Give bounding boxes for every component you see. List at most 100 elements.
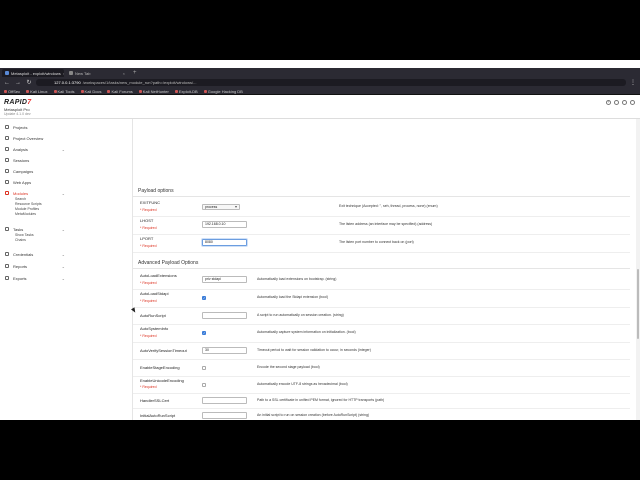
tab-metasploit[interactable]: Metasploit - exploit/windows ×: [2, 69, 64, 77]
option-name: LHOST: [140, 218, 154, 223]
option-name: AutoVerifySessionTimeout: [140, 347, 187, 353]
option-name: AutoSystemInfo: [140, 326, 169, 331]
option-input[interactable]: [202, 396, 247, 404]
option-checkbox[interactable]: [202, 296, 206, 300]
option-name: EXITFUNC: [140, 200, 160, 205]
sessions-icon: [5, 158, 9, 162]
sidebar-item-analysis[interactable]: Analysis ⌄: [5, 145, 125, 153]
chevron-down-icon[interactable]: ⌄: [62, 252, 65, 257]
option-checkbox[interactable]: [202, 382, 206, 387]
logo-text: RAPID: [4, 99, 28, 106]
option-input[interactable]: [202, 312, 247, 319]
analysis-icon: [5, 147, 9, 151]
close-tab-icon[interactable]: ×: [123, 71, 125, 76]
overview-icon: [5, 136, 9, 140]
option-checkbox[interactable]: [202, 331, 206, 335]
sidebar-item-label: Analysis: [13, 146, 28, 152]
chevron-down-icon[interactable]: ⌄: [62, 191, 65, 196]
sidebar-item-tasks[interactable]: Tasks ⌄: [5, 225, 125, 233]
tab-new[interactable]: New Tab ×: [66, 69, 128, 77]
header-actions: ?: [606, 100, 635, 105]
sidebar-item-web-apps[interactable]: Web Apps: [5, 178, 125, 186]
sidebar-subitem[interactable]: MetaModules: [15, 212, 36, 216]
option-row: InitialAutoRunScript An initial script to…: [133, 408, 630, 420]
option-row: EnableStageEncoding Encode the second sta…: [133, 359, 630, 377]
divider: [133, 196, 630, 197]
sidebar-item-label: Reports: [13, 263, 28, 269]
required-label: * Required: [140, 334, 157, 338]
sidebar-item-exports[interactable]: Exports ⌄: [5, 274, 125, 282]
exitfunc-select[interactable]: process: [202, 204, 240, 210]
option-name: EnableStageEncoding: [140, 364, 180, 370]
logo-seven: 7: [27, 99, 32, 106]
sidebar-subitem[interactable]: Show Tasks: [15, 233, 34, 237]
sidebar-item-label: Sessions: [13, 157, 30, 163]
option-input[interactable]: [202, 412, 247, 419]
sidebar-item-modules[interactable]: Modules ⌄: [5, 189, 125, 197]
settings-gear-icon[interactable]: [630, 100, 635, 105]
extensions-icon[interactable]: ⋮: [629, 79, 637, 86]
close-tab-icon[interactable]: ×: [63, 71, 64, 76]
screen: Metasploit - exploit/windows × New Tab ×…: [0, 60, 640, 420]
sidebar-subitem[interactable]: Search: [15, 197, 26, 201]
sidebar-item-label: Modules: [13, 190, 29, 196]
chevron-down-icon[interactable]: ⌄: [62, 147, 65, 152]
option-description: Automatically encode UTF-8 strings as he…: [257, 381, 348, 386]
bookmark-item[interactable]: Kali Docs: [81, 89, 102, 94]
bookmark-item[interactable]: Kali Forums: [107, 89, 132, 94]
option-input[interactable]: priv stdapi: [202, 276, 247, 283]
url-toolbar: ← → ↻ 127.0.0.1:3790 /workspaces/1/tasks…: [0, 77, 640, 88]
sidebar-item-campaigns[interactable]: Campaigns: [5, 167, 125, 175]
bookmark-item[interactable]: Kali NetHunter: [139, 89, 169, 94]
user-icon[interactable]: [622, 100, 627, 105]
option-name: EnableUnicodeEncoding: [140, 378, 184, 383]
option-input[interactable]: 8080: [202, 239, 247, 246]
option-description: Automatically load the Stdapi extension …: [257, 295, 329, 299]
chevron-down-icon[interactable]: ⌄: [62, 227, 65, 232]
option-description: Encode the second stage payload (bool): [257, 364, 320, 369]
bookmarks-bar: OffSec Kali Linux Kali Tools Kali Docs Kali …: [0, 88, 640, 95]
scrollbar[interactable]: [636, 119, 640, 420]
back-icon[interactable]: ←: [3, 80, 11, 86]
update-info: Update 4.1.0 dev: [4, 112, 31, 116]
bookmark-item[interactable]: Google Hacking DB: [204, 89, 243, 94]
required-label: * Required: [140, 244, 157, 248]
bookmark-item[interactable]: Kali Tools: [54, 89, 75, 94]
sidebar-subitem[interactable]: Chains: [15, 238, 26, 242]
tab-label: Metasploit - exploit/windows: [11, 70, 61, 76]
modules-icon: [5, 191, 9, 195]
sidebar-item-sessions[interactable]: Sessions: [5, 156, 125, 164]
required-label: * Required: [140, 299, 157, 303]
chevron-down-icon[interactable]: ⌄: [62, 264, 65, 269]
rapid7-logo[interactable]: RAPID7: [4, 99, 31, 106]
option-input[interactable]: 30: [202, 346, 247, 354]
forward-icon[interactable]: →: [14, 80, 22, 86]
sidebar: Projects Project Overview Analysis ⌄ Session…: [0, 119, 133, 420]
option-name: InitialAutoRunScript: [140, 413, 176, 418]
new-tab-icon[interactable]: +: [130, 69, 140, 77]
bookmark-item[interactable]: Kali Linux: [26, 89, 47, 94]
sidebar-subitem[interactable]: Module Profiles: [15, 207, 39, 211]
option-description: Automatically load extensions on bootstr…: [257, 277, 337, 281]
sidebar-item-label: Tasks: [13, 226, 24, 232]
sidebar-item-credentials[interactable]: Credentials ⌄: [5, 250, 125, 258]
option-row: AutoRunScript A script to run automatical…: [133, 308, 630, 325]
sidebar-item-label: Web Apps: [13, 179, 32, 185]
option-checkbox[interactable]: [202, 365, 206, 370]
bookmark-item[interactable]: Exploit-DB: [175, 89, 198, 94]
option-input[interactable]: 192.168.0.10: [202, 221, 247, 228]
sidebar-item-project-overview[interactable]: Project Overview: [5, 134, 125, 142]
reload-icon[interactable]: ↻: [25, 79, 33, 86]
help-icon[interactable]: ?: [606, 100, 611, 105]
option-description: Automatically capture system information…: [257, 330, 356, 334]
url-input[interactable]: 127.0.0.1:3790 /workspaces/1/tasks/new_m…: [36, 79, 626, 86]
sidebar-subitem[interactable]: Resource Scripts: [15, 202, 42, 206]
main-content: Payload options EXITFUNC * Required process…: [133, 119, 640, 420]
scrollbar-thumb[interactable]: [637, 269, 639, 339]
chevron-down-icon[interactable]: ⌄: [62, 276, 65, 281]
sidebar-item-reports[interactable]: Reports ⌄: [5, 262, 125, 270]
required-label: * Required: [140, 281, 157, 285]
bookmark-item[interactable]: OffSec: [4, 89, 20, 94]
notifications-icon[interactable]: [614, 100, 619, 105]
sidebar-item-projects[interactable]: Projects: [5, 123, 125, 131]
